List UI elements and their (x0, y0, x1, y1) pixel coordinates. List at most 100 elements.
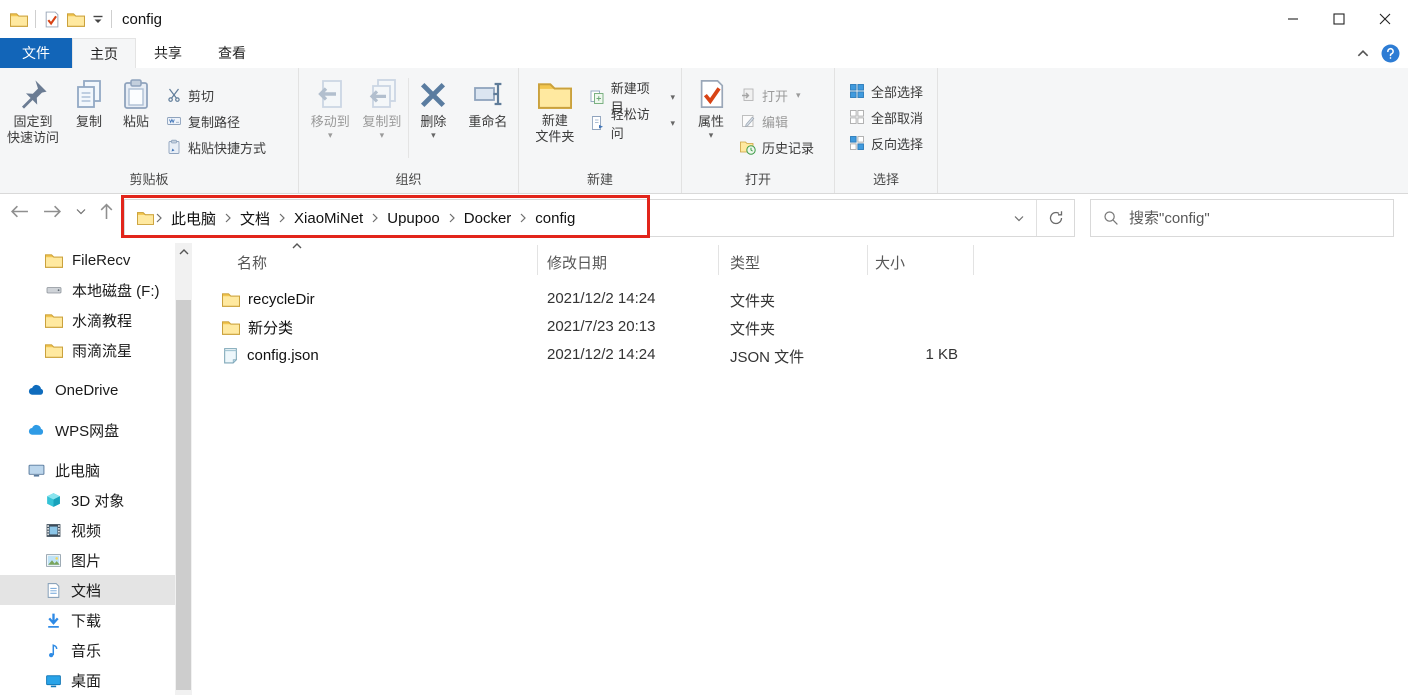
search-box[interactable] (1090, 199, 1394, 237)
tab-view[interactable]: 查看 (200, 38, 264, 68)
maximize-button[interactable] (1316, 0, 1362, 38)
onedrive-cloud-icon (27, 382, 46, 399)
invert-selection-button[interactable]: 反向选择 (843, 130, 929, 156)
tab-home[interactable]: 主页 (72, 38, 136, 68)
sidebar-item-downloads[interactable]: 下载 (0, 605, 175, 635)
file-list: 名称 修改日期 类型 大小 recycleDir 2021/12/2 14:24… (192, 243, 1408, 695)
file-row-xinfenlei[interactable]: 新分类 2021/7/23 20:13 文件夹 (192, 313, 973, 341)
address-bar[interactable]: 此电脑 文档 XiaoMiNet Upupoo Docker config (124, 199, 1075, 237)
select-all-icon (849, 83, 865, 99)
sidebar-item-shuidijiaocheng[interactable]: 水滴教程 (0, 305, 175, 335)
separator (111, 10, 112, 28)
sidebar-scrollbar[interactable] (175, 243, 192, 695)
collapse-ribbon-icon[interactable] (1357, 50, 1369, 57)
copy-path-button[interactable]: 复制路径 (160, 108, 272, 134)
select-all-button[interactable]: 全部选择 (843, 78, 929, 104)
column-header-name[interactable]: 名称 (237, 252, 267, 273)
rename-button[interactable]: 重命名 (458, 68, 518, 164)
copy-button[interactable]: 复制 (66, 68, 112, 164)
file-explorer-window: config 文件 主页 共享 查看 固定到 快速访问 (0, 0, 1408, 695)
file-name: recycleDir (248, 291, 315, 308)
column-headers: 名称 修改日期 类型 大小 (192, 243, 1408, 279)
copy-to-button[interactable]: 复制到 ▾ (356, 68, 409, 164)
back-arrow-icon (10, 205, 29, 218)
scrollbar-up-button[interactable] (175, 243, 192, 261)
breadcrumb-upupoo[interactable]: Upupoo (378, 200, 449, 236)
paste-button[interactable]: 粘贴 (112, 68, 160, 164)
breadcrumb-docker[interactable]: Docker (455, 200, 521, 236)
search-input[interactable] (1129, 210, 1381, 227)
breadcrumb-xiaominet[interactable]: XiaoMiNet (285, 200, 372, 236)
refresh-icon (1048, 210, 1064, 226)
history-button[interactable]: 历史记录 (734, 134, 820, 160)
rename-icon (472, 78, 504, 110)
file-type: 文件夹 (730, 318, 775, 339)
sidebar-item-this-pc[interactable]: 此电脑 (0, 455, 175, 485)
sidebar-item-music[interactable]: 音乐 (0, 635, 175, 665)
column-divider[interactable] (718, 245, 719, 275)
dropdown-icon: ▾ (380, 132, 385, 139)
delete-button[interactable]: 删除 ▾ (409, 68, 458, 164)
customize-quick-access-dropdown-icon[interactable] (92, 15, 104, 24)
sidebar-item-filerecv[interactable]: FileRecv (0, 245, 175, 275)
paste-shortcut-button[interactable]: 粘贴快捷方式 (160, 134, 272, 160)
easy-access-button[interactable]: 轻松访问 ▾ (583, 110, 681, 136)
edit-icon (740, 113, 756, 129)
forward-arrow-icon (43, 205, 62, 218)
new-folder-icon[interactable] (67, 12, 85, 27)
history-icon (740, 139, 756, 155)
up-button[interactable] (100, 203, 113, 220)
json-file-icon (222, 347, 239, 364)
recent-locations-button[interactable] (76, 208, 86, 215)
sidebar-item-local-disk-f[interactable]: 本地磁盘 (F:) (0, 275, 175, 305)
file-date: 2021/7/23 20:13 (547, 318, 655, 335)
breadcrumb-this-pc[interactable]: 此电脑 (162, 200, 225, 236)
open-button[interactable]: 打开 ▾ (734, 82, 820, 108)
column-header-size[interactable]: 大小 (875, 252, 905, 273)
refresh-button[interactable] (1037, 200, 1074, 236)
column-divider[interactable] (973, 245, 974, 275)
back-button[interactable] (10, 205, 29, 218)
sidebar-item-videos[interactable]: 视频 (0, 515, 175, 545)
scrollbar-thumb[interactable] (176, 300, 191, 690)
sidebar-item-pictures[interactable]: 图片 (0, 545, 175, 575)
sidebar-item-onedrive[interactable]: OneDrive (0, 375, 175, 405)
properties-checkmark-icon[interactable] (43, 11, 60, 28)
sidebar-item-3d-objects[interactable]: 3D 对象 (0, 485, 175, 515)
tab-file[interactable]: 文件 (0, 38, 72, 68)
column-divider[interactable] (867, 245, 868, 275)
sidebar-item-documents[interactable]: 文档 (0, 575, 175, 605)
file-size: 1 KB (867, 346, 958, 363)
group-label-organize: 组织 (299, 169, 518, 188)
forward-button[interactable] (43, 205, 62, 218)
column-header-date[interactable]: 修改日期 (547, 252, 607, 273)
breadcrumb-config[interactable]: config (526, 200, 584, 236)
column-divider[interactable] (537, 245, 538, 275)
sidebar-item-yudiliuxing[interactable]: 雨滴流星 (0, 335, 175, 365)
new-folder-button[interactable]: 新建 文件夹 (527, 68, 583, 164)
address-dropdown-button[interactable] (1002, 200, 1036, 236)
easy-access-icon (589, 115, 605, 131)
column-header-type[interactable]: 类型 (730, 252, 760, 273)
cut-button[interactable]: 剪切 (160, 82, 272, 108)
chevron-down-icon (76, 208, 86, 215)
pin-to-quick-access-button[interactable]: 固定到 快速访问 (0, 68, 66, 164)
file-name: config.json (247, 347, 319, 364)
move-to-button[interactable]: 移动到 ▾ (305, 68, 356, 164)
help-icon[interactable] (1381, 44, 1400, 63)
close-button[interactable] (1362, 0, 1408, 38)
file-row-config-json[interactable]: config.json 2021/12/2 14:24 JSON 文件 1 KB (192, 341, 973, 369)
sidebar-item-desktop[interactable]: 桌面 (0, 665, 175, 695)
file-type: 文件夹 (730, 290, 775, 311)
select-none-button[interactable]: 全部取消 (843, 104, 929, 130)
edit-button[interactable]: 编辑 (734, 108, 820, 134)
file-row-recycledir[interactable]: recycleDir 2021/12/2 14:24 文件夹 (192, 285, 973, 313)
properties-button[interactable]: 属性 ▾ (688, 68, 734, 164)
ribbon-group-clipboard: 固定到 快速访问 复制 粘贴 剪切 复制路径 (0, 68, 299, 193)
minimize-button[interactable] (1270, 0, 1316, 38)
breadcrumb-documents[interactable]: 文档 (231, 200, 279, 236)
tab-share[interactable]: 共享 (136, 38, 200, 68)
file-date: 2021/12/2 14:24 (547, 290, 655, 307)
sidebar-item-wps-cloud[interactable]: WPS网盘 (0, 415, 175, 445)
file-date: 2021/12/2 14:24 (547, 346, 655, 363)
